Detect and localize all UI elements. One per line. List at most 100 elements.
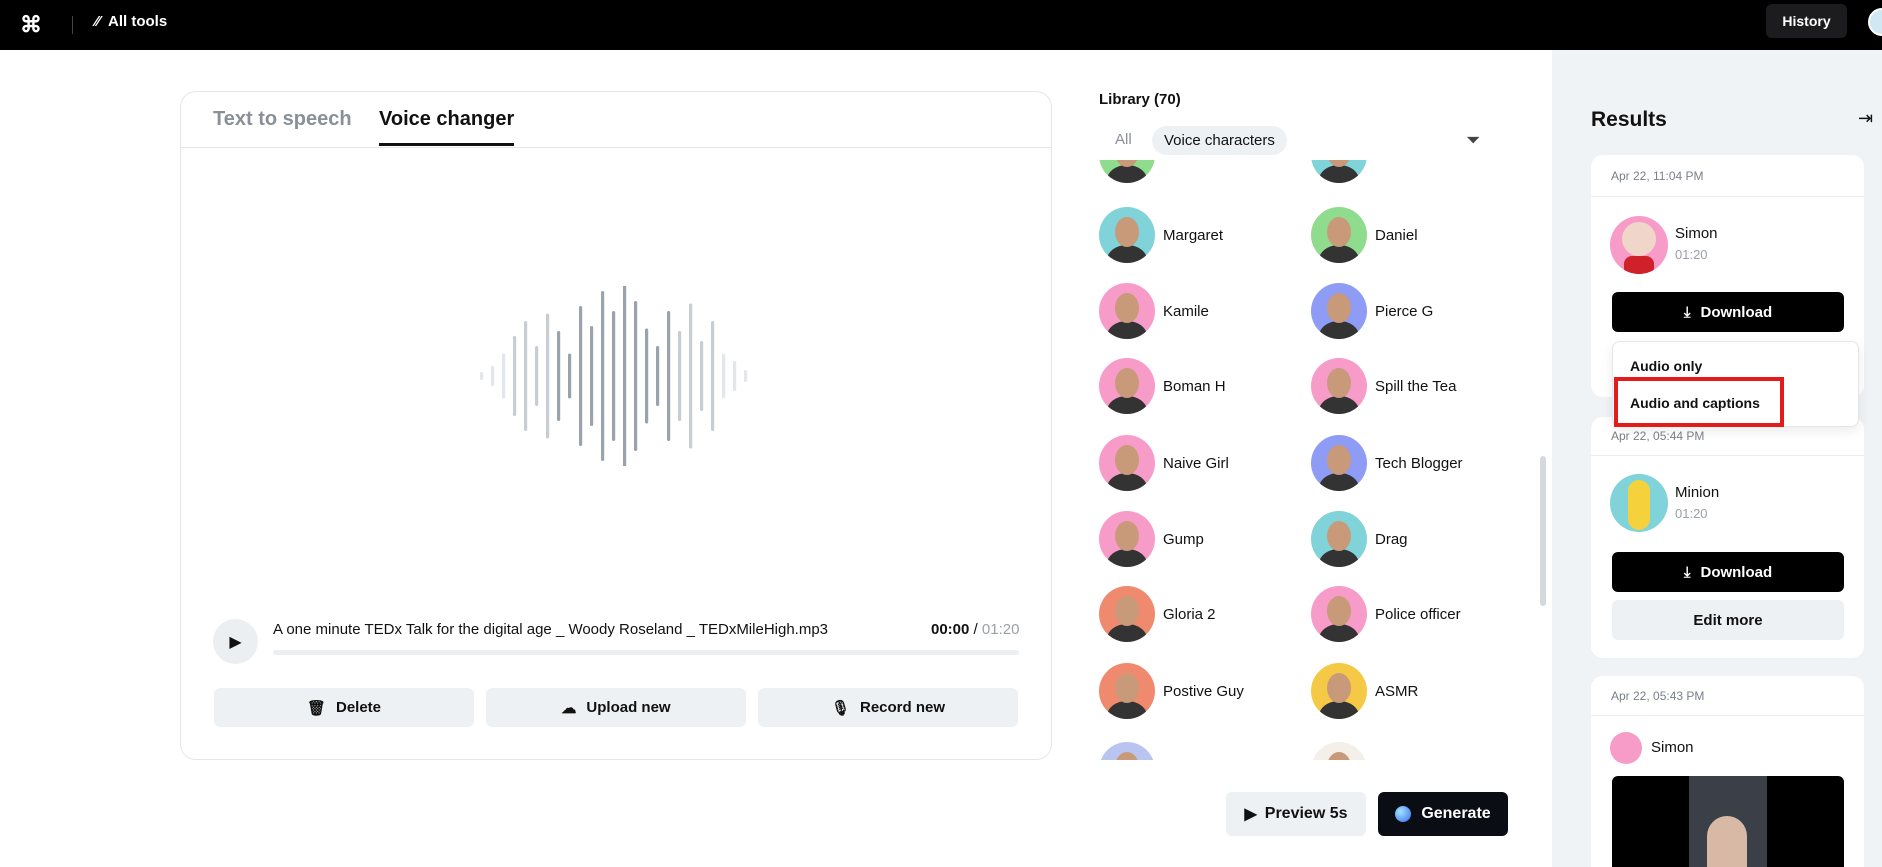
- all-tools-button[interactable]: ⁄⁄ All tools: [95, 13, 167, 30]
- divider: [1591, 715, 1864, 716]
- voice-avatar: [1311, 160, 1367, 183]
- minion-avatar: [1610, 474, 1668, 532]
- voice-avatar: [1311, 358, 1367, 414]
- record-new-button[interactable]: 🎙 Record new: [758, 688, 1018, 727]
- voice-item[interactable]: Boman H: [1099, 358, 1226, 414]
- filter-icon[interactable]: ⏷: [1466, 130, 1480, 151]
- voice-name: Gump: [1163, 530, 1204, 548]
- file-name: A one minute TEDx Talk for the digital a…: [273, 621, 829, 638]
- filter-all[interactable]: All: [1115, 131, 1132, 148]
- play-icon: ▶: [229, 633, 242, 651]
- waveform-bar: [568, 353, 572, 399]
- magic-wand-icon: ⁄⁄: [95, 13, 101, 30]
- waveform-bar: [557, 331, 561, 421]
- top-bar: [0, 0, 1882, 50]
- voice-name: Postive Guy: [1163, 682, 1244, 700]
- voice-item[interactable]: Drag: [1311, 511, 1408, 567]
- download-button[interactable]: ⤓ Download: [1612, 292, 1844, 332]
- tab-voice-changer[interactable]: Voice changer: [379, 108, 515, 146]
- video-thumbnail[interactable]: [1612, 776, 1844, 867]
- download-label: Download: [1700, 563, 1773, 581]
- play-icon: ▶: [1244, 806, 1257, 823]
- waveform-bar: [711, 321, 715, 431]
- download-button[interactable]: ⤓ Download: [1612, 552, 1844, 592]
- delete-label: Delete: [336, 699, 382, 716]
- preview-label: Preview 5s: [1264, 805, 1348, 822]
- voice-item[interactable]: Postive Guy: [1099, 663, 1244, 719]
- voice-item[interactable]: Pierce G: [1311, 283, 1433, 339]
- collapse-panel-icon[interactable]: ⇥: [1858, 108, 1873, 129]
- voice-avatar: [1099, 358, 1155, 414]
- voice-item[interactable]: Naive Girl: [1099, 435, 1229, 491]
- cloud-upload-icon: ☁: [561, 699, 577, 717]
- scrollbar[interactable]: [1540, 456, 1546, 606]
- voice-avatar: [1099, 435, 1155, 491]
- tab-divider: [181, 147, 1051, 148]
- voice-item[interactable]: Police officer: [1311, 586, 1461, 642]
- voice-item[interactable]: Gump: [1099, 511, 1204, 567]
- simon-avatar: [1610, 216, 1668, 274]
- waveform-bar: [733, 361, 737, 391]
- voice-item[interactable]: Margaret: [1099, 207, 1223, 263]
- history-button[interactable]: History: [1766, 4, 1847, 38]
- voice-name: Daniel: [1375, 226, 1418, 244]
- voice-name: Naive Girl: [1163, 454, 1229, 472]
- highlight-box: [1614, 377, 1784, 427]
- divider: [1591, 455, 1864, 456]
- voice-name: Gloria 2: [1163, 605, 1216, 623]
- progress-bar[interactable]: [273, 650, 1019, 655]
- voice-avatar: [1311, 663, 1367, 719]
- waveform-bar: [656, 346, 660, 406]
- edit-more-button[interactable]: Edit more: [1612, 600, 1844, 640]
- voice-item[interactable]: [1099, 742, 1155, 760]
- result-date: Apr 22, 05:43 PM: [1611, 689, 1705, 703]
- voice-item[interactable]: [1311, 160, 1367, 183]
- result-duration: 01:20: [1675, 506, 1708, 521]
- voice-item[interactable]: Tech Blogger: [1311, 435, 1463, 491]
- voice-name: Kamile: [1163, 302, 1209, 320]
- menu-item-audio-only[interactable]: Audio only: [1630, 358, 1702, 374]
- waveform-bar: [678, 331, 682, 421]
- orb-icon: [1395, 806, 1412, 822]
- voice-item[interactable]: Gloria 2: [1099, 586, 1216, 642]
- capcut-logo[interactable]: ⌘: [20, 12, 46, 38]
- voice-item[interactable]: Kamile: [1099, 283, 1209, 339]
- voice-item[interactable]: ASMR: [1311, 663, 1418, 719]
- waveform-icon: [480, 286, 748, 466]
- voice-avatar: [1099, 663, 1155, 719]
- filter-voice-characters[interactable]: Voice characters: [1152, 126, 1287, 155]
- result-duration: 01:20: [1675, 247, 1708, 262]
- generate-button[interactable]: Generate: [1378, 792, 1508, 836]
- voice-name: Drag: [1375, 530, 1408, 548]
- waveform-bar: [513, 336, 517, 416]
- voice-item[interactable]: [1099, 160, 1155, 183]
- voice-avatar: [1099, 160, 1155, 183]
- voice-name: Police officer: [1375, 605, 1461, 623]
- tab-text-to-speech[interactable]: Text to speech: [213, 108, 352, 131]
- play-button[interactable]: ▶: [213, 619, 258, 664]
- waveform-bar: [524, 321, 528, 431]
- library-title: Library (70): [1099, 91, 1181, 108]
- waveform-bar: [645, 328, 649, 424]
- waveform-bar: [546, 313, 550, 439]
- voice-name: Tech Blogger: [1375, 454, 1463, 472]
- voice-item[interactable]: [1311, 742, 1367, 760]
- generate-label: Generate: [1421, 805, 1491, 822]
- result-voice-name: Simon: [1675, 225, 1718, 242]
- upload-new-button[interactable]: ☁ Upload new: [486, 688, 746, 727]
- simon-avatar: [1610, 732, 1642, 764]
- delete-button[interactable]: 🗑 Delete: [214, 688, 474, 727]
- preview-button[interactable]: ▶ Preview 5s: [1226, 792, 1366, 836]
- voice-item[interactable]: Daniel: [1311, 207, 1418, 263]
- time-current: 00:00: [931, 621, 970, 638]
- result-date: Apr 22, 05:44 PM: [1611, 429, 1705, 443]
- waveform-bar: [480, 372, 484, 380]
- voice-avatar: [1099, 742, 1155, 760]
- voice-item[interactable]: Spill the Tea: [1311, 358, 1456, 414]
- results-title: Results: [1591, 108, 1667, 131]
- waveform-bar: [700, 341, 704, 411]
- time-display: 00:00 / 01:20: [931, 621, 1020, 638]
- trash-icon: 🗑: [306, 699, 326, 717]
- microphone-icon: 🎙: [830, 699, 850, 717]
- waveform-bar: [667, 311, 671, 441]
